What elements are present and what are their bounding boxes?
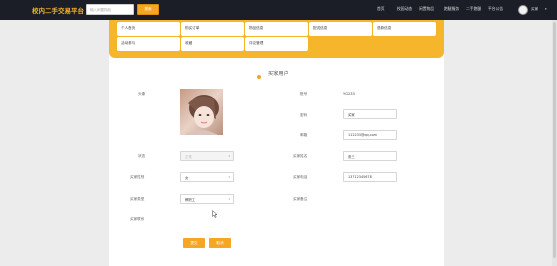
account-value: YG233 — [343, 92, 355, 96]
menu-item-personal-home[interactable]: 个人首页 — [117, 22, 180, 36]
chevron-down-icon: ▾ — [228, 175, 230, 179]
search-input[interactable] — [86, 4, 134, 15]
account-label: 账号 — [300, 92, 308, 96]
menu-item-activities[interactable]: 活动参与 — [117, 37, 180, 51]
gender-select-value: 女 — [185, 176, 189, 180]
menu-item-comment-management[interactable]: 评论管理 — [245, 37, 308, 51]
chevron-down-icon: ▾ — [228, 197, 230, 201]
menu-item-favorites[interactable]: 收藏 — [181, 37, 244, 51]
remark-label: 买家备注 — [293, 197, 308, 201]
email-field[interactable]: 112233@qq.com — [343, 130, 397, 140]
section-title-dot — [257, 75, 261, 79]
nav-item-second-hand-errand[interactable]: 二手跑腿 — [466, 6, 481, 12]
nav-item-errand-service[interactable]: 跑腿服务 — [444, 6, 459, 12]
section-title: 买家用户 — [268, 71, 289, 77]
status-select[interactable]: 正常 ▾ — [180, 151, 234, 161]
user-name[interactable]: 买家 — [531, 7, 538, 12]
avatar-photo-image — [180, 89, 223, 135]
cancel-button[interactable]: 取消 — [209, 238, 231, 248]
search-button[interactable]: 搜索 — [137, 4, 159, 15]
password-field[interactable]: 买家 — [343, 109, 397, 119]
buyer-name-label: 买家姓名 — [293, 154, 308, 158]
nav-item-idle-items[interactable]: 闲置物品 — [419, 6, 434, 12]
gender-label: 买家性别 — [130, 175, 145, 179]
avatar-label: 头像 — [138, 92, 146, 96]
menu-item-delivery-info[interactable]: 配送信息 — [309, 22, 372, 36]
menu-item-refund-info[interactable]: 退款信息 — [373, 22, 436, 36]
nav-item-home[interactable]: 首页 — [377, 6, 385, 12]
buyer-name-field[interactable]: 张三 — [343, 151, 397, 161]
chevron-down-icon: ▾ — [228, 154, 230, 158]
phone-field[interactable]: 13712345678 — [343, 172, 397, 182]
submit-button[interactable]: 提交 — [183, 238, 205, 248]
phone-field-value: 13712345678 — [348, 175, 372, 179]
type-select[interactable]: 教职工 ▾ — [180, 194, 234, 204]
mouse-cursor-icon — [212, 210, 218, 218]
status-select-value: 正常 — [185, 155, 192, 159]
password-label: 密码 — [300, 113, 308, 117]
phone-label: 买家电话 — [293, 175, 308, 179]
email-label: 邮箱 — [300, 133, 308, 137]
scrollbar-thumb[interactable] — [553, 22, 556, 258]
site-title[interactable]: 校内二手交易平台 — [32, 5, 84, 15]
gender-select[interactable]: 女 ▾ — [180, 172, 234, 182]
nav-item-announcements[interactable]: 平台公告 — [488, 6, 503, 12]
email-field-value: 112233@qq.com — [348, 133, 377, 137]
nav-item-campus-news[interactable]: 校园动态 — [397, 6, 412, 12]
chevron-down-icon[interactable]: ▾ — [545, 7, 547, 11]
type-select-value: 教职工 — [185, 198, 196, 202]
contact-label: 买家联系 — [130, 217, 145, 221]
avatar-photo[interactable] — [180, 89, 223, 135]
password-field-value: 买家 — [348, 113, 355, 117]
user-avatar[interactable] — [518, 5, 528, 15]
type-label: 买家类型 — [130, 197, 145, 201]
status-label: 状态 — [138, 154, 146, 158]
menu-item-purchase-orders[interactable]: 购买订单 — [181, 22, 244, 36]
menu-item-item-info[interactable]: 物品信息 — [245, 22, 308, 36]
buyer-name-field-value: 张三 — [348, 155, 355, 159]
